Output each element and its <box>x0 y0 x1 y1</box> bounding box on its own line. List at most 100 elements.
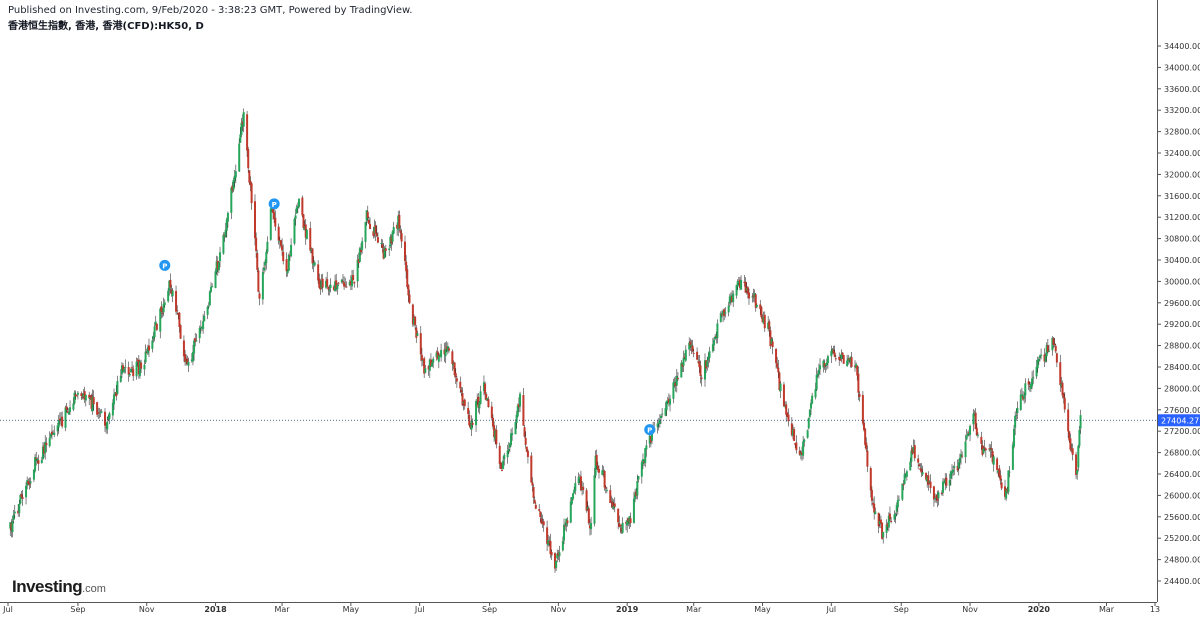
candle-up <box>937 492 940 499</box>
candle-down <box>902 484 905 486</box>
candle-down <box>282 251 285 262</box>
candle-down <box>842 355 845 364</box>
candle-down <box>406 269 409 288</box>
candle-up <box>64 407 67 428</box>
candle-up <box>661 413 664 415</box>
candle-down <box>763 314 766 329</box>
candle-down <box>617 508 620 523</box>
candle-up <box>40 459 43 463</box>
candle-up <box>727 305 730 313</box>
candle-up <box>502 460 505 469</box>
candle-up <box>234 171 237 178</box>
candle-up <box>992 456 995 465</box>
candle-down <box>147 345 150 351</box>
p-marker-label: P <box>272 201 277 209</box>
candle-down <box>487 399 490 407</box>
candle-down <box>866 450 869 467</box>
candle-down <box>140 362 143 369</box>
candle-down <box>1027 381 1030 385</box>
candle-up <box>206 306 209 315</box>
candle-up <box>964 441 967 458</box>
candle-up <box>143 364 146 370</box>
candle-down <box>374 225 377 234</box>
candle-down <box>996 458 999 470</box>
candle-up <box>874 511 877 515</box>
candle-up <box>388 248 391 251</box>
candle-down <box>1071 448 1074 455</box>
candle-down <box>975 427 978 436</box>
candle-up <box>76 392 79 395</box>
candle-up <box>640 462 643 477</box>
candle-up <box>1040 354 1043 356</box>
candle-down <box>344 284 347 286</box>
candle-down <box>337 282 340 284</box>
candle-down <box>834 358 837 360</box>
p-marker-label: P <box>162 262 167 270</box>
candle-up <box>290 244 293 257</box>
candle-down <box>530 455 533 483</box>
p-marker-label: P <box>647 427 652 435</box>
candle-down <box>870 489 873 501</box>
candle-down <box>415 327 418 338</box>
candle-up <box>740 280 743 290</box>
candle-up <box>921 472 924 475</box>
candle-up <box>392 227 395 234</box>
x-tick-label: Jul <box>2 605 13 614</box>
candle-up <box>171 290 174 297</box>
candle-down <box>929 481 932 489</box>
candle-down <box>873 503 876 513</box>
candle-up <box>1013 428 1016 447</box>
candle-up <box>574 482 577 491</box>
candle-up <box>265 251 268 264</box>
x-tick-label: Nov <box>962 605 978 614</box>
candle-down <box>161 312 164 314</box>
brand-suffix: .com <box>82 583 106 595</box>
candle-down <box>768 321 771 330</box>
candle-up <box>637 476 640 480</box>
candle-down <box>984 448 987 451</box>
candle-up <box>336 284 339 290</box>
candle-up <box>593 475 596 524</box>
y-tick-label: 28800.00 <box>1164 342 1200 351</box>
y-tick-label: 32800.00 <box>1164 128 1200 137</box>
candle-down <box>990 447 993 450</box>
candle-down <box>619 524 622 527</box>
candle-down <box>21 497 24 499</box>
candle-up <box>510 433 513 446</box>
candle-up <box>195 340 198 342</box>
candle-down <box>974 412 977 430</box>
candle-up <box>1077 445 1080 468</box>
current-price-label: 27404.27 <box>1161 416 1199 425</box>
candle-down <box>131 367 134 369</box>
candle-down <box>1061 382 1064 396</box>
candle-up <box>563 524 566 541</box>
candle-down <box>613 503 616 507</box>
candle-up <box>803 439 806 443</box>
candle-up <box>25 485 28 498</box>
candle-down <box>980 436 983 444</box>
candle-up <box>48 437 51 447</box>
candle-down <box>461 393 464 406</box>
candle-down <box>795 442 798 451</box>
candle-down <box>776 363 779 368</box>
candle-down <box>603 470 606 488</box>
candle-up <box>965 435 968 440</box>
candle-up <box>673 381 676 383</box>
candle-up <box>328 289 331 291</box>
candle-down <box>250 183 253 204</box>
candle-down <box>277 226 280 241</box>
candle-down <box>352 274 355 281</box>
candle-up <box>84 394 87 401</box>
candle-down <box>696 351 699 360</box>
candle-down <box>360 249 363 253</box>
candle-down <box>257 270 260 292</box>
price-chart[interactable]: 34400.00 34000.00 33600.00 33200.00 32800.00… <box>0 0 1200 618</box>
y-tick-label: 32000.00 <box>1164 170 1200 179</box>
candle-down <box>550 552 553 556</box>
candle-down <box>523 427 526 437</box>
candle-down <box>1063 397 1066 410</box>
candle-down <box>366 211 369 219</box>
candle-up <box>507 449 510 452</box>
candle-up <box>806 430 809 438</box>
candle-up <box>1037 358 1040 362</box>
